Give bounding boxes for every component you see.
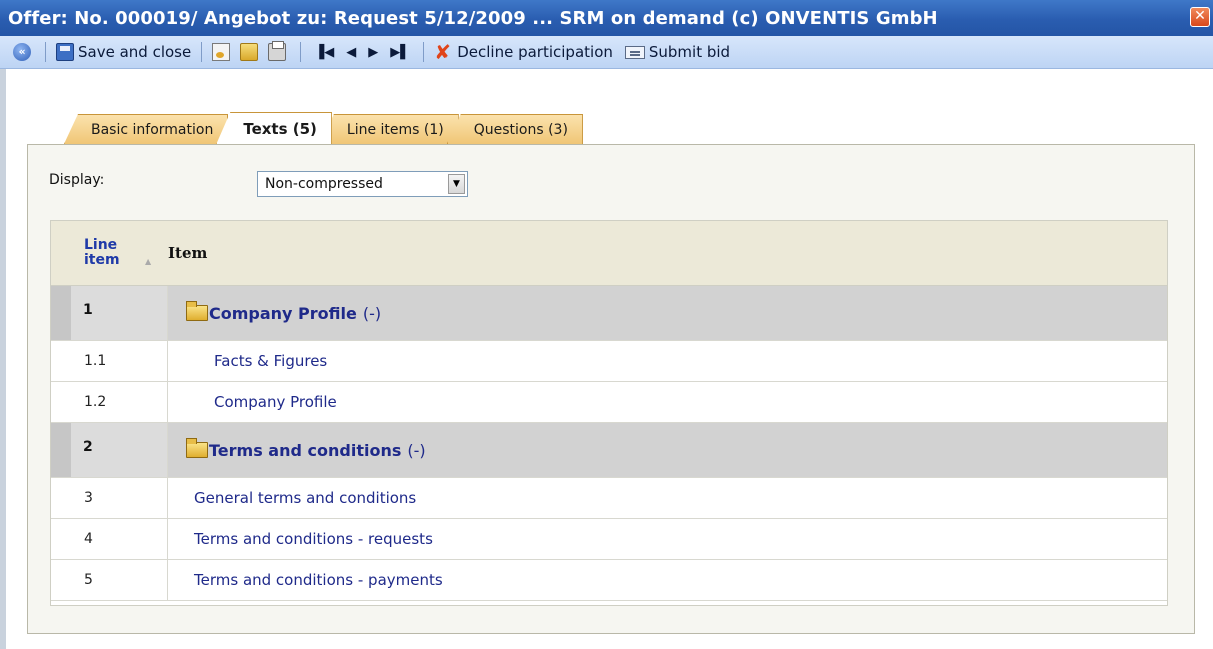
item-link[interactable]: Company Profile bbox=[214, 393, 337, 411]
table-row[interactable]: 1.2 Company Profile bbox=[51, 382, 1167, 423]
line-item-cell: 5 bbox=[51, 560, 168, 600]
display-select-value: Non-compressed bbox=[265, 176, 383, 192]
line-item-cell: 1.2 bbox=[51, 382, 168, 422]
tab-questions[interactable]: Questions (3) bbox=[446, 114, 583, 144]
line-item-cell: 2 bbox=[51, 423, 168, 477]
last-icon[interactable]: ▶▌ bbox=[384, 45, 416, 60]
previous-icon[interactable]: ◀ bbox=[340, 45, 362, 60]
tab-bar: Basic information Texts (5) Line items (… bbox=[64, 112, 583, 144]
window-title: Offer: No. 000019/ Angebot zu: Request 5… bbox=[8, 7, 938, 29]
collapse-toggle[interactable]: (-) bbox=[407, 441, 425, 460]
folder-icon bbox=[186, 301, 208, 321]
line-item-cell: 1.1 bbox=[51, 341, 168, 381]
line-item-cell: 3 bbox=[51, 478, 168, 518]
chevron-down-icon[interactable]: ▼ bbox=[448, 174, 465, 194]
table-row[interactable]: 5 Terms and conditions - payments bbox=[51, 560, 1167, 601]
column-header-item[interactable]: Item bbox=[168, 244, 207, 262]
toolbar: « Save and close ▐◀ ◀ ▶ ▶▌ ✘ Decline par… bbox=[0, 36, 1213, 69]
item-link[interactable]: Terms and conditions bbox=[209, 441, 401, 460]
folder-icon bbox=[240, 43, 259, 61]
decline-icon: ✘ bbox=[434, 40, 451, 64]
tab-basic-information[interactable]: Basic information bbox=[64, 114, 229, 144]
sort-ascending-icon: ▲ bbox=[145, 257, 152, 266]
back-button[interactable]: « bbox=[10, 40, 38, 64]
submit-bid-button[interactable]: Submit bid bbox=[622, 40, 733, 64]
decline-participation-label: Decline participation bbox=[457, 43, 613, 61]
item-cell: Company Profile (-) bbox=[168, 286, 1167, 340]
close-icon[interactable]: ✕ bbox=[1190, 7, 1210, 27]
line-item-cell: 1 bbox=[51, 286, 168, 340]
item-cell: Terms and conditions (-) bbox=[168, 423, 1167, 477]
item-link[interactable]: General terms and conditions bbox=[194, 489, 416, 507]
save-and-close-button[interactable]: Save and close bbox=[53, 40, 194, 64]
toolbar-separator bbox=[201, 42, 203, 62]
display-label: Display: bbox=[49, 172, 105, 188]
column-header-line-item[interactable]: Line item ▲ bbox=[51, 238, 168, 268]
item-cell: Company Profile bbox=[168, 382, 1167, 422]
table-row[interactable]: 4 Terms and conditions - requests bbox=[51, 519, 1167, 560]
document-icon bbox=[212, 43, 231, 61]
table-header: Line item ▲ Item bbox=[51, 221, 1167, 286]
table-row[interactable]: 2 Terms and conditions (-) bbox=[51, 423, 1167, 478]
item-cell: Terms and conditions - requests bbox=[168, 519, 1167, 559]
line-item-cell: 4 bbox=[51, 519, 168, 559]
texts-table: Line item ▲ Item 1 Company Profile (-) 1… bbox=[50, 220, 1168, 606]
tab-line-items[interactable]: Line items (1) bbox=[319, 114, 459, 144]
item-link[interactable]: Facts & Figures bbox=[214, 352, 327, 370]
document-button[interactable] bbox=[209, 40, 237, 64]
save-and-close-label: Save and close bbox=[78, 43, 192, 61]
item-cell: Terms and conditions - payments bbox=[168, 560, 1167, 600]
tab-texts[interactable]: Texts (5) bbox=[216, 112, 332, 144]
toolbar-separator bbox=[423, 42, 425, 62]
collapse-toggle[interactable]: (-) bbox=[363, 304, 381, 323]
item-cell: General terms and conditions bbox=[168, 478, 1167, 518]
folder-button[interactable] bbox=[237, 40, 265, 64]
folder-icon bbox=[186, 438, 208, 458]
table-row[interactable]: 1 Company Profile (-) bbox=[51, 286, 1167, 341]
toolbar-separator bbox=[300, 42, 302, 62]
table-row[interactable]: 1.1 Facts & Figures bbox=[51, 341, 1167, 382]
item-link[interactable]: Terms and conditions - payments bbox=[194, 571, 443, 589]
window-title-bar: Offer: No. 000019/ Angebot zu: Request 5… bbox=[0, 0, 1213, 36]
save-icon bbox=[56, 43, 74, 61]
display-select[interactable]: Non-compressed ▼ bbox=[257, 171, 468, 197]
item-cell: Facts & Figures bbox=[168, 341, 1167, 381]
print-button[interactable] bbox=[265, 40, 293, 64]
first-icon[interactable]: ▐◀ bbox=[308, 45, 340, 60]
item-link[interactable]: Company Profile bbox=[209, 304, 357, 323]
table-row[interactable]: 3 General terms and conditions bbox=[51, 478, 1167, 519]
item-link[interactable]: Terms and conditions - requests bbox=[194, 530, 433, 548]
next-icon[interactable]: ▶ bbox=[362, 45, 384, 60]
column-header-line-item-label: Line item bbox=[84, 237, 120, 268]
print-icon bbox=[268, 41, 287, 61]
submit-bid-label: Submit bid bbox=[648, 43, 731, 61]
decline-participation-button[interactable]: ✘ Decline participation bbox=[431, 40, 616, 64]
submit-icon bbox=[624, 45, 645, 59]
back-icon: « bbox=[13, 43, 31, 61]
toolbar-separator bbox=[45, 42, 46, 62]
